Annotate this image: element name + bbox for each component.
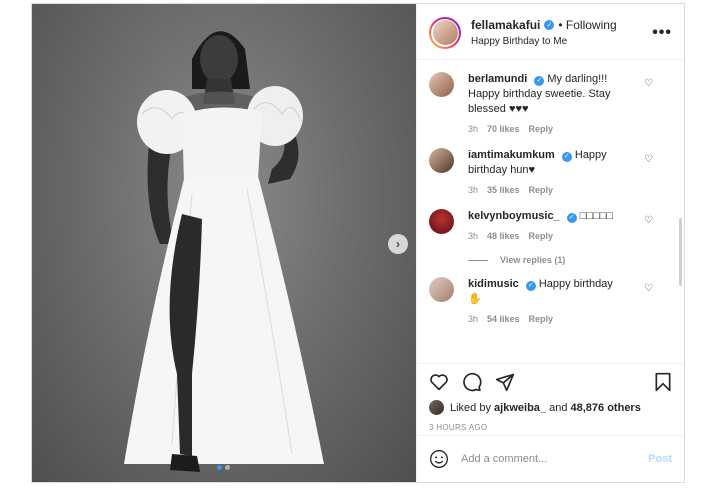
like-comment-heart-icon[interactable]: ♡ (644, 283, 653, 294)
comment-likes[interactable]: 54 likes (487, 314, 520, 324)
next-photo-button[interactable]: › (388, 234, 408, 254)
verified-badge-icon: ✓ (534, 75, 545, 86)
carousel-dot (225, 465, 230, 470)
comments-list: berlamundi ✓ My darling!!! Happy birthday… (417, 60, 684, 363)
comment-time: 3h (468, 231, 479, 241)
post-header: fellamakafui ✓ • Following Happy Birthda… (417, 4, 684, 60)
view-replies-button[interactable]: View replies (1) (468, 255, 672, 265)
commenter-avatar[interactable] (429, 209, 454, 234)
reply-button[interactable]: Reply (529, 124, 554, 134)
like-comment-heart-icon[interactable]: ♡ (644, 215, 653, 226)
reply-button[interactable]: Reply (529, 314, 554, 324)
add-comment-bar: Post (417, 435, 684, 482)
commenter-username[interactable]: kelvynboymusic_ (468, 210, 560, 222)
commenter-avatar[interactable] (429, 72, 454, 97)
like-comment-heart-icon[interactable]: ♡ (644, 78, 653, 89)
reply-button[interactable]: Reply (529, 231, 554, 241)
verified-badge-icon: ✓ (561, 151, 572, 162)
liker-username[interactable]: ajkweiba_ (494, 402, 546, 414)
post-timestamp: 3 HOURS AGO (429, 423, 488, 432)
commenter-username[interactable]: iamtimakumkum (468, 149, 555, 161)
author-username[interactable]: fellamakafui (471, 18, 540, 32)
verified-badge-icon: ✓ (544, 20, 555, 30)
separator-dot: • (558, 18, 563, 32)
carousel-dot-active (217, 465, 222, 470)
comment-likes[interactable]: 35 likes (487, 185, 520, 195)
commenter-avatar[interactable] (429, 148, 454, 173)
like-heart-icon[interactable] (429, 373, 449, 391)
likes-count-link[interactable]: 48,876 others (571, 402, 641, 414)
reply-button[interactable]: Reply (529, 185, 554, 195)
comment-likes[interactable]: 70 likes (487, 124, 520, 134)
comment-time: 3h (468, 124, 479, 134)
comment-time: 3h (468, 185, 479, 195)
post-actions: Liked by ajkweiba_ and 48,876 others 3 H… (417, 363, 684, 435)
replies-divider-line (468, 259, 488, 261)
instagram-post: › fellamakafui ✓ • Following Happy Birth… (31, 3, 685, 483)
comment-item: berlamundi ✓ My darling!!! Happy birthday… (429, 72, 672, 134)
save-bookmark-icon[interactable] (654, 372, 672, 392)
comment-time: 3h (468, 314, 479, 324)
verified-badge-icon: ✓ (525, 280, 536, 291)
comment-text: □□□□□ (579, 210, 614, 222)
comment-likes[interactable]: 48 likes (487, 231, 520, 241)
verified-badge-icon: ✓ (566, 212, 577, 223)
comment-input[interactable] (459, 452, 649, 466)
more-options-icon[interactable]: ••• (652, 24, 672, 42)
post-caption: Happy Birthday to Me (471, 36, 568, 47)
carousel-dots (217, 465, 230, 470)
post-comment-button[interactable]: Post (648, 453, 672, 465)
like-comment-heart-icon[interactable]: ♡ (644, 154, 653, 165)
following-button[interactable]: Following (566, 18, 617, 32)
author-avatar[interactable] (429, 16, 461, 49)
commenter-username[interactable]: kidimusic (468, 278, 519, 290)
emoji-smiley-icon[interactable] (429, 449, 449, 469)
share-paper-plane-icon[interactable] (495, 372, 515, 392)
commenter-username[interactable]: berlamundi (468, 73, 527, 85)
comments-scrollbar[interactable] (679, 218, 682, 286)
woman-in-white-gown-image (124, 31, 324, 472)
chevron-right-icon: › (396, 237, 400, 251)
comment-item: kidimusic ✓ Happy birthday ✋ 3h 54 likes … (429, 277, 672, 324)
liker-avatar[interactable] (429, 400, 444, 415)
commenter-avatar[interactable] (429, 277, 454, 302)
comment-item: iamtimakumkum ✓ Happy birthday hun♥ 3h 35… (429, 148, 672, 195)
liked-by-summary: Liked by ajkweiba_ and 48,876 others (429, 400, 672, 415)
post-photo[interactable]: › (32, 4, 416, 482)
post-side-panel: fellamakafui ✓ • Following Happy Birthda… (416, 4, 684, 482)
comment-bubble-icon[interactable] (462, 372, 482, 392)
comment-item: kelvynboymusic_ ✓ □□□□□ 3h 48 likes Reply… (429, 209, 672, 241)
